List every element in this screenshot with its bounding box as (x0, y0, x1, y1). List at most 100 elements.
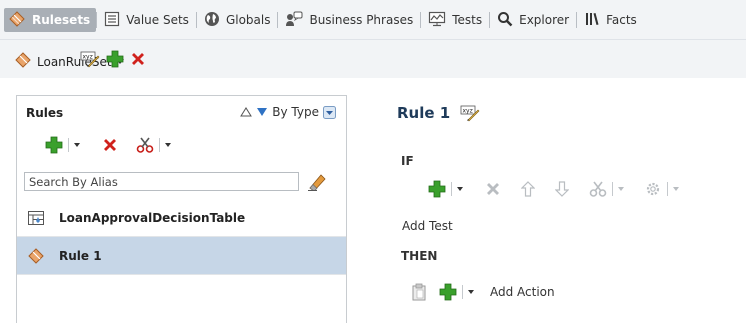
arrow-up-icon (521, 181, 535, 197)
add-rule-button[interactable] (45, 136, 63, 154)
list-item[interactable]: LoanApprovalDecisionTable (17, 199, 346, 237)
chevron-down-icon (468, 290, 474, 294)
move-up-button[interactable] (521, 181, 535, 197)
rule-diamond-icon (27, 247, 45, 264)
delete-test-button[interactable] (485, 181, 501, 197)
ruleset-actions: xyz (80, 50, 152, 68)
add-icon (439, 283, 457, 301)
move-down-button[interactable] (555, 181, 569, 197)
add-test-menu-button[interactable] (457, 187, 463, 191)
tab-business-phrases[interactable]: Business Phrases (278, 8, 420, 32)
tab-tests-label: Tests (452, 13, 483, 27)
add-icon (106, 50, 124, 68)
triangle-down-icon (257, 108, 268, 116)
add-rule-menu-button[interactable] (74, 143, 80, 147)
test-settings-menu-button[interactable] (673, 187, 679, 191)
rules-panel-header: Rules By Type (17, 96, 346, 136)
add-action-link[interactable]: Add Action (490, 285, 555, 299)
top-navigation-bar: Rulesets Value Sets Globals Business Phr… (0, 0, 746, 40)
rules-panel-title: Rules (26, 106, 64, 120)
cut-test-menu-button[interactable] (618, 187, 624, 191)
paste-action-button[interactable] (411, 283, 427, 301)
triangle-up-icon (240, 107, 253, 117)
cut-rule-button[interactable] (136, 136, 154, 154)
toolbar-divider (451, 182, 452, 196)
delete-icon (132, 53, 144, 65)
edit-rule-button[interactable]: xyz (460, 104, 480, 122)
globe-icon (204, 11, 220, 30)
tab-globals-label: Globals (225, 13, 271, 27)
edit-xyz-icon: xyz (80, 51, 100, 68)
clipboard-icon (412, 283, 426, 301)
svg-text:xyz: xyz (463, 108, 473, 115)
rules-panel: Rules By Type Search By Alias LoanApprov… (16, 95, 347, 323)
ruleset-icon (14, 52, 32, 71)
toolbar-divider (612, 182, 613, 196)
delete-rule-button[interactable] (102, 137, 118, 153)
rule-editor-header: Rule 1 xyz (397, 104, 480, 122)
list-item[interactable]: Rule 1 (17, 237, 346, 275)
tab-tests[interactable]: Tests (421, 8, 489, 32)
ruleset-icon (8, 10, 26, 30)
search-by-alias-input[interactable] (24, 172, 299, 191)
facts-icon (584, 11, 600, 30)
tab-explorer[interactable]: Explorer (490, 8, 576, 32)
if-section-label: IF (401, 154, 414, 168)
chevron-down-icon (165, 143, 171, 147)
value-sets-icon (104, 11, 120, 30)
ruleset-toolbar: LoanRuleSet xyz (0, 40, 746, 78)
clear-search-button[interactable] (306, 171, 328, 194)
tab-value-sets[interactable]: Value Sets (97, 8, 196, 32)
tab-explorer-label: Explorer (519, 13, 570, 27)
toolbar-divider (159, 138, 160, 152)
toolbar-divider (667, 182, 668, 196)
rules-toolbar (45, 136, 171, 154)
toolbar-divider (462, 285, 463, 299)
rule-list: LoanApprovalDecisionTable Rule 1 (17, 199, 346, 275)
if-toolbar (428, 180, 679, 198)
eraser-icon (308, 174, 326, 192)
sort-by-label: By Type (272, 105, 319, 119)
main-tabs: Rulesets Value Sets Globals Business Phr… (4, 8, 644, 32)
add-icon (428, 180, 446, 198)
cut-rule-menu-button[interactable] (165, 143, 171, 147)
add-ruleset-button[interactable] (106, 50, 124, 68)
rule-title: Rule 1 (397, 104, 451, 122)
rule-name: LoanApprovalDecisionTable (59, 210, 246, 225)
rule-name: Rule 1 (59, 248, 102, 263)
svg-text:xyz: xyz (83, 54, 93, 61)
delete-icon (487, 183, 499, 195)
sort-by-dropdown-button[interactable] (323, 105, 336, 119)
tab-globals[interactable]: Globals (197, 8, 278, 32)
add-icon (45, 136, 63, 154)
chevron-down-icon (673, 187, 679, 191)
chevron-down-icon (323, 105, 336, 119)
cut-test-button[interactable] (589, 180, 607, 198)
tab-rulesets[interactable]: Rulesets (4, 8, 97, 32)
toolbar-divider (68, 138, 69, 152)
edit-ruleset-button[interactable]: xyz (80, 50, 100, 68)
delete-icon (104, 139, 116, 151)
edit-xyz-icon: xyz (460, 105, 480, 122)
then-toolbar: Add Action (411, 283, 555, 301)
add-test-link[interactable]: Add Test (402, 219, 453, 233)
tests-icon (428, 11, 446, 30)
sort-control: By Type (240, 105, 336, 119)
sort-descending-button[interactable] (256, 107, 268, 117)
scissors-icon (589, 181, 607, 197)
tab-value-sets-label: Value Sets (126, 13, 189, 27)
add-action-menu-button[interactable] (468, 290, 474, 294)
chevron-down-icon (618, 187, 624, 191)
chevron-down-icon (74, 143, 80, 147)
sort-ascending-button[interactable] (240, 107, 253, 117)
add-action-button[interactable] (439, 283, 457, 301)
delete-ruleset-button[interactable] (130, 51, 146, 67)
scissors-icon (136, 137, 154, 153)
decision-table-icon (27, 210, 45, 226)
arrow-down-icon (555, 181, 569, 197)
chevron-down-icon (457, 187, 463, 191)
tab-facts[interactable]: Facts (577, 8, 644, 32)
test-settings-button[interactable] (644, 180, 662, 198)
add-test-button[interactable] (428, 180, 446, 198)
search-icon (497, 11, 513, 30)
